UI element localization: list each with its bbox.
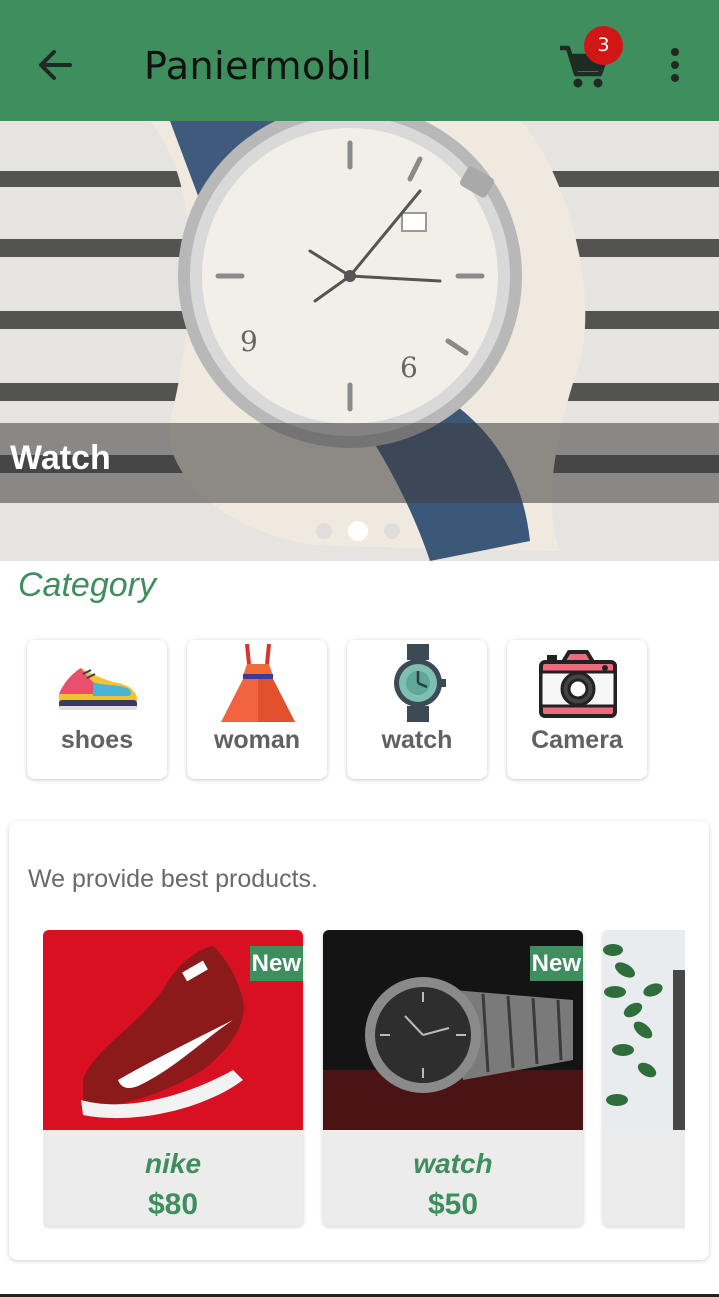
product-card-nike[interactable]: New nike $80 (43, 930, 303, 1226)
product-card-partial[interactable] (603, 930, 685, 1226)
svg-text:6: 6 (400, 351, 418, 384)
app-title: Paniermobil (144, 44, 373, 88)
category-card-watch[interactable]: watch (347, 640, 487, 779)
category-card-camera[interactable]: Camera (507, 640, 647, 779)
category-label: watch (381, 726, 453, 754)
category-label: shoes (60, 726, 134, 754)
product-name: watch (413, 1148, 493, 1179)
cart-count-badge: 3 (584, 26, 623, 65)
back-button[interactable] (30, 40, 80, 90)
product-card-watch[interactable]: New watch $50 (323, 930, 583, 1226)
sneaker-icon (58, 668, 137, 710)
arrow-left-icon (39, 50, 72, 80)
product-price: $50 (427, 1188, 479, 1221)
products-panel: We provide best products. New nike $80 N… (9, 821, 709, 1260)
category-label: Camera (531, 726, 623, 754)
product-price: $80 (147, 1188, 199, 1221)
products-headline: We provide best products. (28, 865, 318, 893)
new-badge: New (529, 946, 583, 981)
product-name: nike (144, 1148, 202, 1179)
product-image-plant (603, 930, 685, 1130)
category-card-shoes[interactable]: shoes (27, 640, 167, 779)
more-vert-icon (671, 48, 679, 82)
overflow-menu-button[interactable] (662, 44, 688, 88)
carousel-dot-active[interactable] (348, 521, 368, 541)
svg-text:9: 9 (240, 325, 258, 358)
products-carousel[interactable]: New nike $80 New watch $50 (43, 930, 685, 1230)
carousel-dot[interactable] (384, 523, 400, 539)
hero-caption: Watch (10, 439, 111, 477)
carousel-dot[interactable] (316, 523, 332, 539)
camera-icon (539, 650, 617, 718)
carousel-indicators (316, 521, 400, 541)
app-bar: Paniermobil 3 (0, 0, 719, 121)
wristwatch-icon (394, 644, 446, 722)
category-label: woman (213, 726, 301, 754)
category-card-woman[interactable]: woman (187, 640, 327, 779)
hero-carousel[interactable]: 9 6 Watch (0, 121, 719, 561)
dress-icon (221, 644, 295, 722)
new-badge: New (249, 946, 303, 981)
category-title: Category (18, 566, 156, 604)
